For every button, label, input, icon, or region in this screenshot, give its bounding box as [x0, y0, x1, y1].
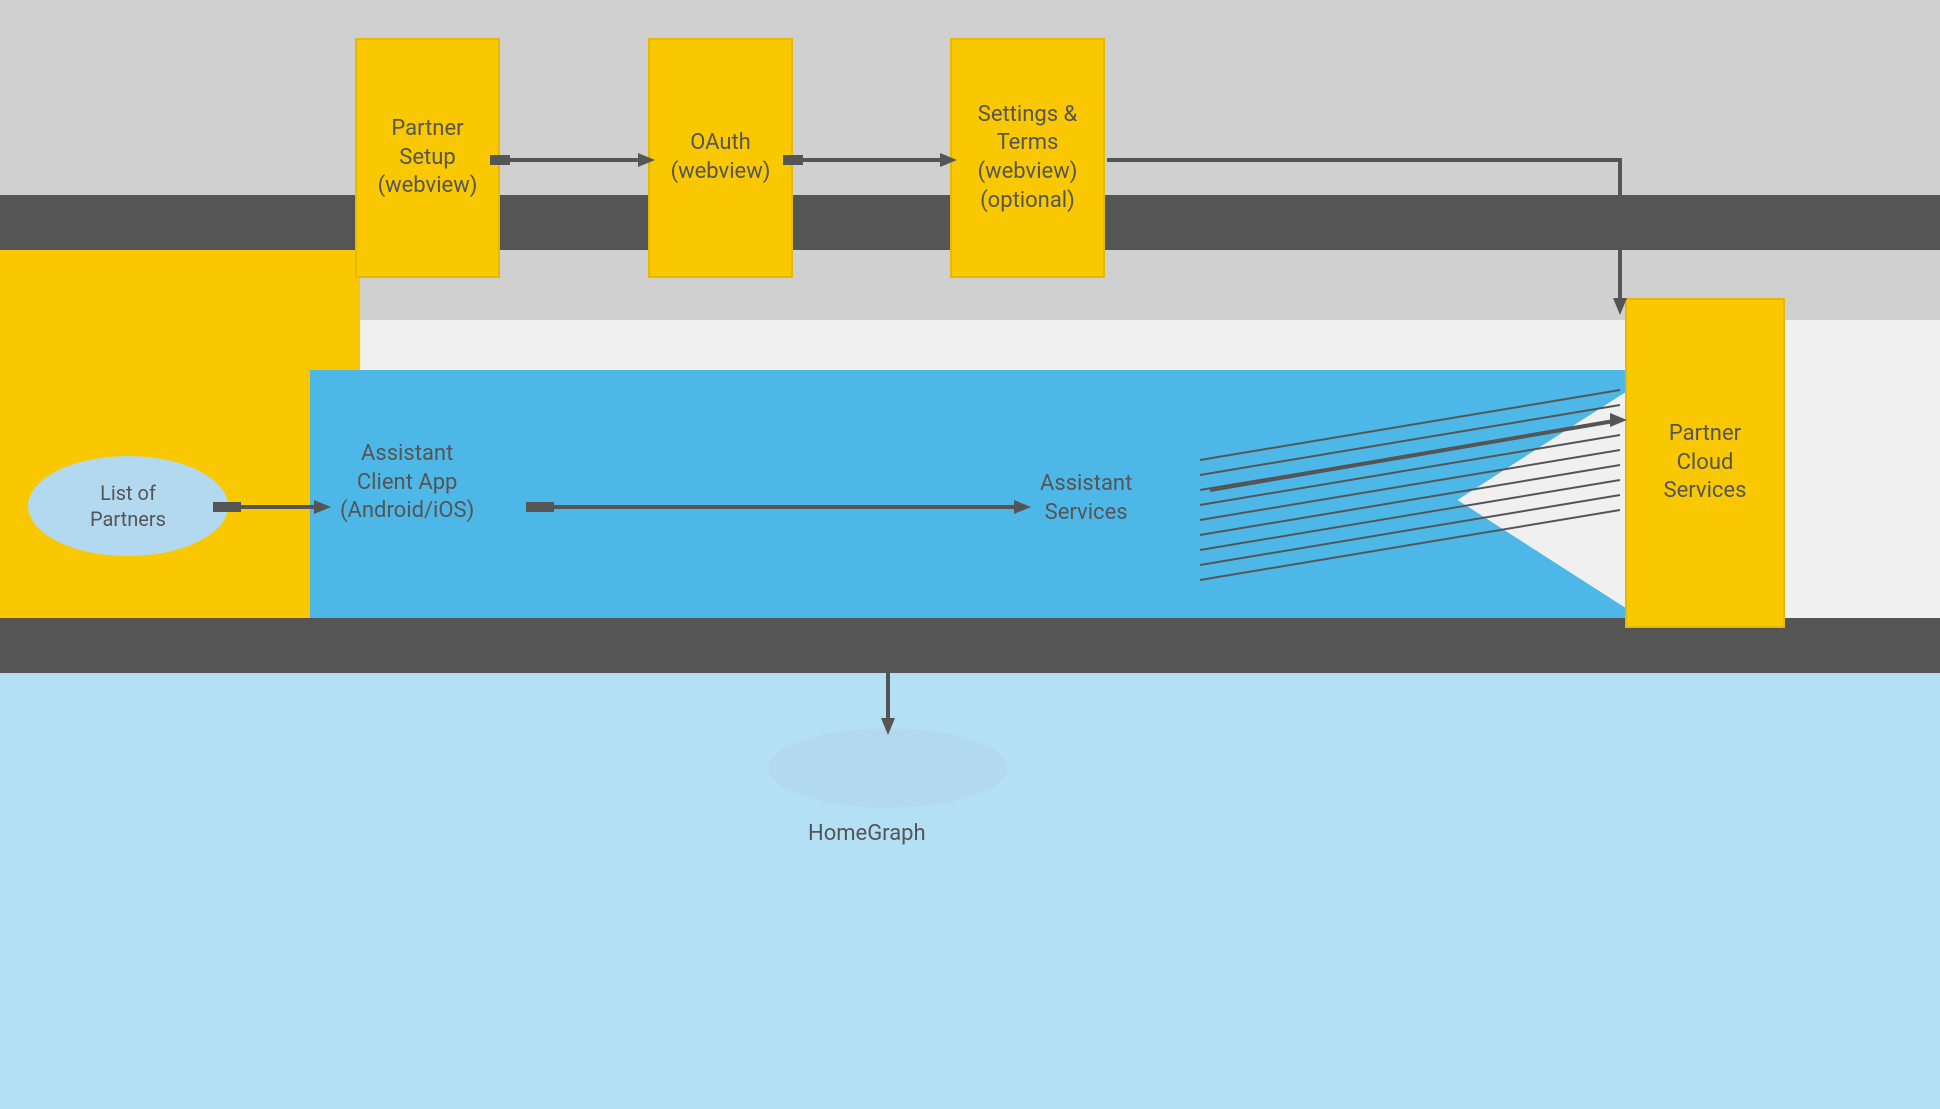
partner-setup-box: Partner Setup (webview): [355, 38, 500, 278]
list-of-partners-label: List of Partners: [90, 480, 166, 532]
oauth-box: OAuth (webview): [648, 38, 793, 278]
yellow-background-left: [0, 250, 360, 630]
homegraph-label: HomeGraph: [808, 820, 926, 849]
partner-cloud-box: Partner Cloud Services: [1625, 298, 1785, 628]
assistant-services-label: Assistant Services: [1040, 470, 1132, 527]
homegraph-oval: [768, 728, 1008, 808]
settings-box: Settings & Terms (webview) (optional): [950, 38, 1105, 278]
settings-label: Settings & Terms (webview) (optional): [978, 101, 1078, 215]
list-of-partners-oval: List of Partners: [28, 456, 228, 556]
partner-setup-label: Partner Setup (webview): [378, 115, 478, 201]
oauth-label: OAuth (webview): [671, 129, 771, 186]
assistant-client-app-label: Assistant Client App (Android/iOS): [340, 440, 474, 526]
blue-middle-area: [310, 370, 1660, 630]
partner-cloud-label: Partner Cloud Services: [1664, 420, 1747, 506]
